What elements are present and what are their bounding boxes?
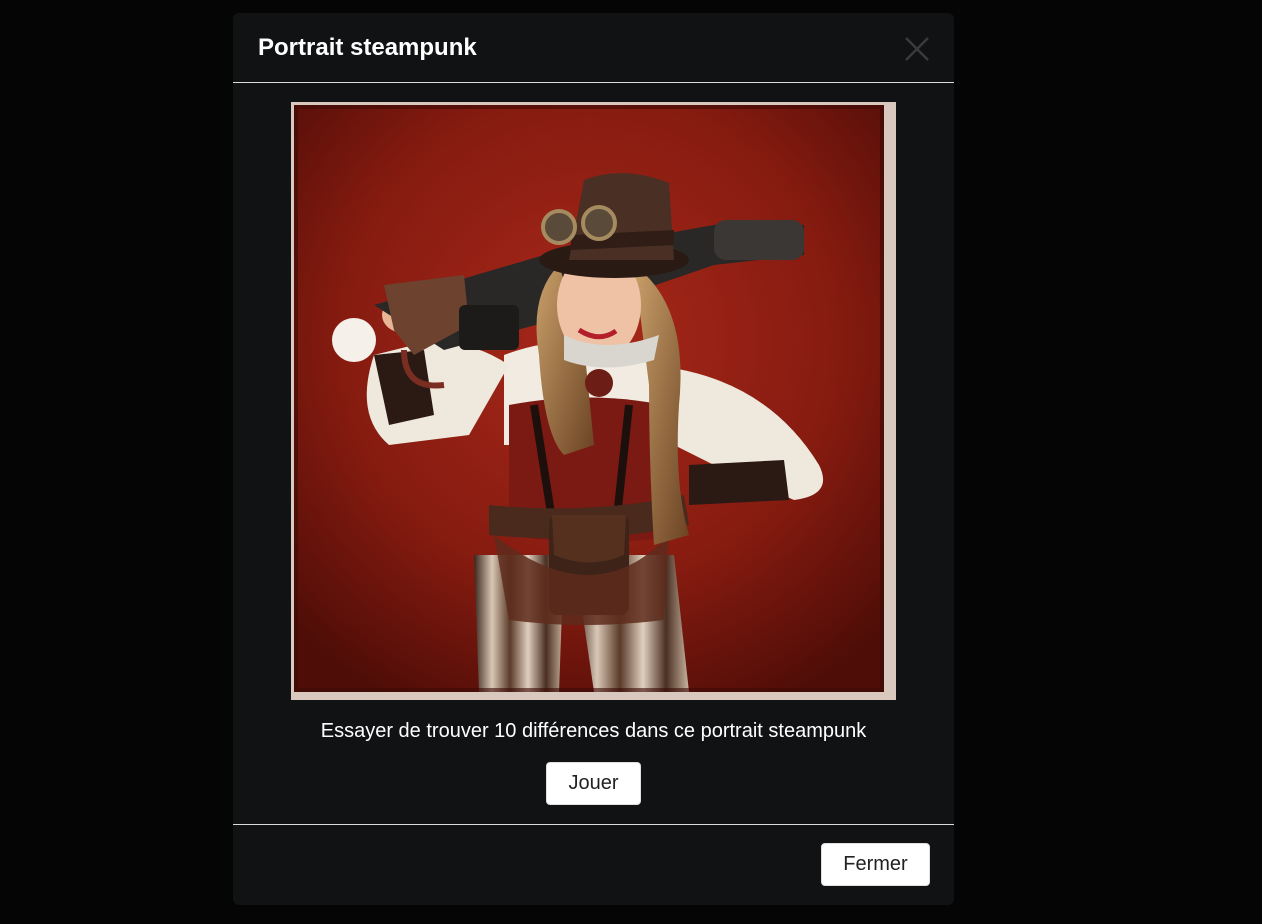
modal-header: Portrait steampunk	[233, 13, 954, 83]
modal-footer: Fermer	[233, 824, 954, 905]
close-button[interactable]	[901, 33, 933, 65]
steampunk-portrait-image[interactable]	[294, 105, 884, 692]
game-description: Essayer de trouver 10 différences dans c…	[320, 720, 867, 742]
modal-title: Portrait steampunk	[258, 34, 477, 61]
modal-body: Essayer de trouver 10 différences dans c…	[233, 83, 954, 824]
play-button[interactable]: Jouer	[546, 762, 641, 805]
game-modal: Portrait steampunk Essayer de trouver 10…	[233, 13, 954, 905]
close-modal-button[interactable]: Fermer	[821, 843, 930, 886]
close-icon	[905, 37, 929, 61]
portrait-frame	[291, 102, 896, 700]
